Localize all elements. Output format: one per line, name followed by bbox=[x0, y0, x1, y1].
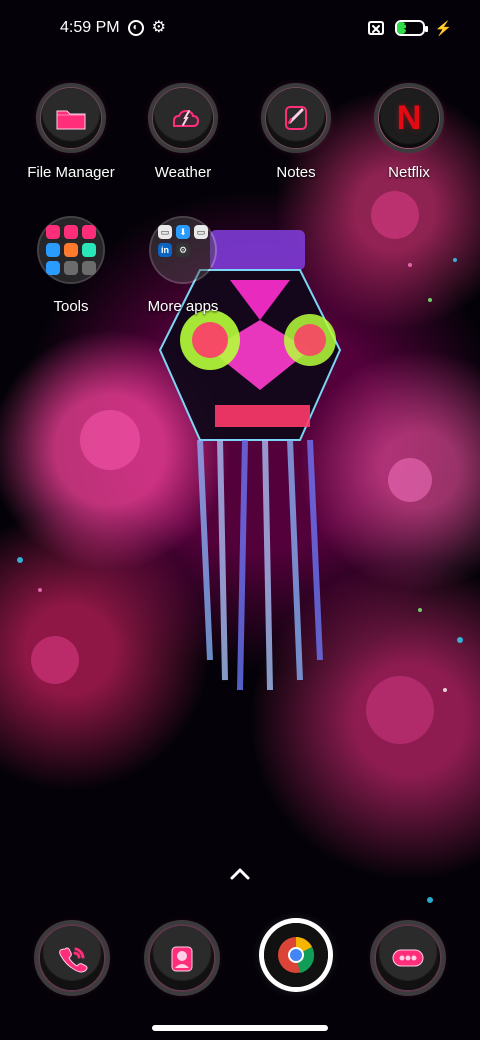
home-indicator[interactable] bbox=[152, 1025, 328, 1031]
mini-app-icon bbox=[46, 261, 60, 275]
weather-icon[interactable] bbox=[148, 83, 218, 153]
icon-ring bbox=[148, 83, 218, 153]
folder-icon[interactable] bbox=[36, 83, 106, 153]
dock-phone[interactable] bbox=[32, 918, 112, 998]
mini-app-icon bbox=[82, 261, 96, 275]
dnd-circle-icon: ◐ bbox=[127, 20, 144, 36]
chevron-up-icon bbox=[230, 868, 250, 880]
more-apps-folder-icon[interactable]: ▭ ⬇ ▭ in ⚙ bbox=[151, 218, 215, 282]
linkedin-letters: in bbox=[161, 244, 169, 255]
mini-app-icon bbox=[82, 225, 96, 239]
mini-app-icon bbox=[194, 261, 208, 275]
app-netflix[interactable]: N Netflix bbox=[349, 83, 469, 181]
app-file-manager[interactable]: File Manager bbox=[11, 83, 131, 181]
status-left: 4:59 PM ◐ ⚙ bbox=[60, 19, 166, 37]
icon-ring bbox=[36, 83, 106, 153]
mini-app-icon bbox=[46, 243, 60, 257]
mini-app-icon bbox=[158, 261, 172, 275]
mini-app-icon bbox=[46, 225, 60, 239]
mini-app-icon bbox=[176, 261, 190, 275]
tools-folder-icon[interactable] bbox=[39, 218, 103, 282]
mini-app-icon: ⬇ bbox=[176, 225, 190, 239]
chrome-icon[interactable] bbox=[264, 923, 328, 987]
folder-label: More apps bbox=[147, 298, 219, 315]
mini-app-icon bbox=[194, 243, 208, 257]
messages-icon[interactable] bbox=[370, 920, 446, 996]
app-weather[interactable]: Weather bbox=[123, 83, 243, 181]
battery-icon: 35 bbox=[394, 20, 428, 36]
app-notes[interactable]: Notes bbox=[236, 83, 356, 181]
chrome-glyph bbox=[278, 937, 315, 973]
sim-x-icon bbox=[367, 21, 384, 35]
mini-app-icon bbox=[82, 243, 96, 257]
icon-ring bbox=[374, 83, 444, 153]
mini-app-icon: ▭ bbox=[158, 225, 172, 239]
app-drawer-chevron[interactable] bbox=[224, 862, 256, 886]
linkedin-icon: in bbox=[158, 243, 172, 257]
icon-ring bbox=[34, 920, 110, 996]
gear-icon: ⚙ bbox=[151, 19, 166, 36]
notes-icon[interactable] bbox=[261, 83, 331, 153]
folder-label: Tools bbox=[53, 298, 89, 315]
status-time: 4:59 PM bbox=[60, 19, 120, 36]
icon-ring bbox=[370, 920, 446, 996]
app-label: Weather bbox=[154, 164, 212, 181]
status-bar: 4:59 PM ◐ ⚙ 35 ⚡ bbox=[0, 0, 480, 56]
folder-tools[interactable]: Tools bbox=[11, 218, 131, 315]
dock-contacts[interactable] bbox=[142, 918, 222, 998]
folder-more-apps[interactable]: ▭ ⬇ ▭ in ⚙ More apps bbox=[123, 218, 243, 315]
icon-ring bbox=[261, 83, 331, 153]
icon-ring bbox=[144, 920, 220, 996]
netflix-icon[interactable]: N bbox=[374, 83, 444, 153]
mini-app-icon bbox=[64, 261, 78, 275]
mini-app-icon bbox=[64, 243, 78, 257]
battery-level: 35 bbox=[404, 22, 416, 33]
mini-app-icon bbox=[64, 225, 78, 239]
mini-app-icon: ▭ bbox=[194, 225, 208, 239]
charging-bolt-icon: ⚡ bbox=[434, 20, 452, 36]
app-label: File Manager bbox=[27, 164, 115, 181]
phone-icon[interactable] bbox=[34, 920, 110, 996]
app-label: Notes bbox=[276, 164, 316, 181]
app-label: Netflix bbox=[388, 164, 430, 181]
settings-mini-icon: ⚙ bbox=[176, 243, 190, 257]
dock-chrome[interactable] bbox=[256, 915, 336, 995]
status-right: 35 ⚡ bbox=[367, 20, 452, 36]
contacts-icon[interactable] bbox=[144, 920, 220, 996]
dock-messages[interactable] bbox=[368, 918, 448, 998]
